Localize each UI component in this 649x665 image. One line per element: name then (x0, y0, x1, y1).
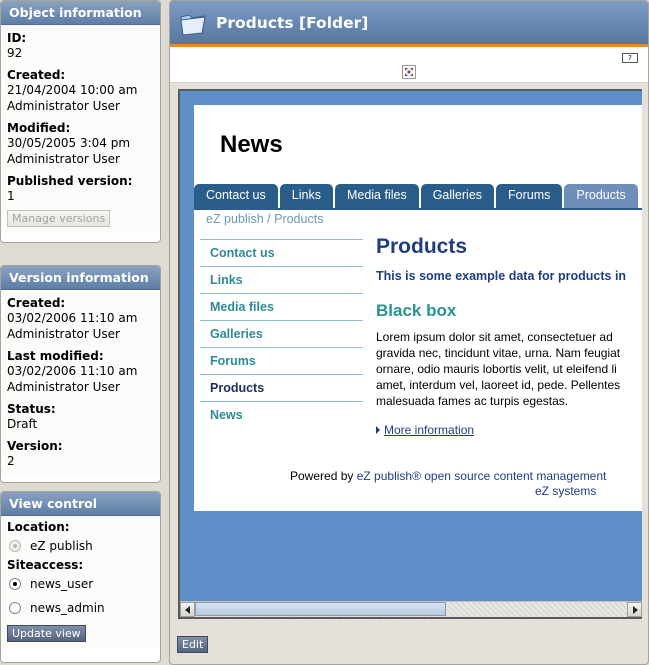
version-value: 2 (7, 454, 15, 468)
scroll-track[interactable] (195, 602, 627, 617)
tab-links[interactable]: Links (279, 184, 333, 208)
tab-contact-us[interactable]: Contact us (194, 184, 278, 208)
siteaccess-option-label: news_admin (30, 601, 105, 615)
object-information-panel: Object information ID: 92 Created: 21/04… (0, 0, 161, 243)
last-modified-label: Last modified: (7, 349, 104, 363)
description-line: amet, interdum vel, laoreet id, pede. Pe… (376, 378, 621, 392)
horizontal-scrollbar[interactable] (180, 601, 642, 617)
main-title: Products [Folder] (216, 13, 369, 32)
published-version-label: Published version: (7, 174, 133, 188)
tab-products[interactable]: Products (564, 184, 638, 208)
location-label: Location: (7, 520, 70, 534)
last-modified-user: Administrator User (7, 380, 120, 394)
view-control-title: View control (1, 492, 160, 516)
object-information-title: Object information (1, 1, 160, 25)
location-radio (9, 540, 21, 552)
version-label: Version: (7, 439, 63, 453)
left-navigation: Contact us Links Media files Galleries F… (200, 239, 363, 428)
view-control-panel: View control Location: eZ publish Siteac… (0, 491, 161, 663)
more-information-link[interactable]: More information (384, 423, 474, 437)
product-description: Lorem ipsum dolor sit amet, consectetuer… (376, 329, 642, 409)
description-line: Lorem ipsum dolor sit amet, consectetuer… (376, 330, 613, 344)
id-label: ID: (7, 31, 27, 45)
expand-icon[interactable] (402, 65, 416, 79)
site-footer: Powered by eZ publish® open source conte… (290, 469, 642, 499)
version-created-user: Administrator User (7, 327, 120, 341)
main-frame: Products [Folder] ? News Contact us Link… (169, 0, 649, 665)
nav-links[interactable]: Links (200, 266, 363, 293)
created-label: Created: (7, 68, 66, 82)
tabbar-divider (194, 208, 642, 210)
description-line: ornare, odio mauris lobortis velit, ut e… (376, 362, 617, 376)
more-information[interactable]: More information (376, 423, 642, 437)
breadcrumb-home[interactable]: eZ publish (206, 212, 264, 226)
description-line: malesuada fames ac turpis egestas. (376, 394, 569, 408)
article-intro: This is some example data for products i… (376, 269, 627, 283)
site-preview: News Contact us Links Media files Galler… (178, 89, 642, 619)
folder-icon (180, 13, 206, 36)
article-heading: Products (376, 235, 468, 258)
footer-company-link[interactable]: eZ systems (290, 484, 642, 499)
scroll-right-icon[interactable] (627, 602, 642, 617)
tab-forums[interactable]: Forums (496, 184, 563, 208)
modified-user: Administrator User (7, 152, 120, 166)
site-title: News (220, 131, 283, 158)
footer-brand-link[interactable]: eZ publish® open source content manageme… (357, 469, 607, 483)
location-option: eZ publish (7, 534, 154, 558)
product-heading[interactable]: Black box (376, 301, 642, 321)
version-information-title: Version information (1, 266, 160, 290)
nav-contact-us[interactable]: Contact us (200, 239, 363, 266)
siteaccess-label: Siteaccess: (7, 558, 84, 572)
status-label: Status: (7, 402, 56, 416)
preview-toolstrip: ? (170, 47, 648, 83)
modified-label: Modified: (7, 121, 71, 135)
tab-galleries[interactable]: Galleries (420, 184, 495, 208)
last-modified-date: 03/02/2006 11:10 am (7, 364, 138, 378)
siteaccess-radio-news-user[interactable] (9, 578, 21, 590)
siteaccess-option-label: news_user (30, 577, 94, 591)
created-date: 21/04/2004 10:00 am (7, 83, 138, 97)
main-header: Products [Folder] (170, 1, 648, 47)
nav-news[interactable]: News (200, 401, 363, 428)
breadcrumb-separator: / (263, 212, 275, 226)
created-user: Administrator User (7, 99, 120, 113)
nav-forums[interactable]: Forums (200, 347, 363, 374)
breadcrumb: eZ publish / Products (206, 212, 323, 226)
breadcrumb-current: Products (274, 212, 324, 226)
nav-media-files[interactable]: Media files (200, 293, 363, 320)
nav-galleries[interactable]: Galleries (200, 320, 363, 347)
arrow-right-icon (376, 426, 380, 434)
edit-button[interactable]: Edit (177, 636, 209, 653)
scroll-thumb[interactable] (195, 602, 446, 616)
version-created-date: 03/02/2006 11:10 am (7, 311, 138, 325)
site-tabs: Contact us Links Media files Galleries F… (194, 184, 640, 208)
version-created-label: Created: (7, 296, 66, 310)
manage-versions-button[interactable]: Manage versions (7, 210, 111, 227)
preview-page: News Contact us Links Media files Galler… (194, 105, 642, 511)
siteaccess-option-news-admin[interactable]: news_admin (7, 596, 154, 620)
status-value: Draft (7, 417, 38, 431)
tiny-help-button[interactable]: ? (622, 53, 638, 63)
id-value: 92 (7, 46, 23, 60)
published-version-value: 1 (7, 189, 15, 203)
description-line: gravida nec, tincidunt vitae, urna. Nam … (376, 346, 621, 360)
siteaccess-option-news-user[interactable]: news_user (7, 572, 154, 596)
nav-products[interactable]: Products (200, 374, 363, 401)
scroll-left-icon[interactable] (180, 602, 195, 617)
article-content: Products This is some example data for p… (376, 235, 642, 437)
modified-date: 30/05/2005 3:04 pm (7, 136, 131, 150)
footer-prefix: Powered by (290, 469, 357, 483)
update-view-button[interactable]: Update view (7, 625, 86, 642)
location-option-label: eZ publish (30, 539, 93, 553)
siteaccess-radio-news-admin[interactable] (9, 602, 21, 614)
version-information-panel: Version information Created: 03/02/2006 … (0, 265, 161, 483)
tab-media-files[interactable]: Media files (334, 184, 419, 208)
